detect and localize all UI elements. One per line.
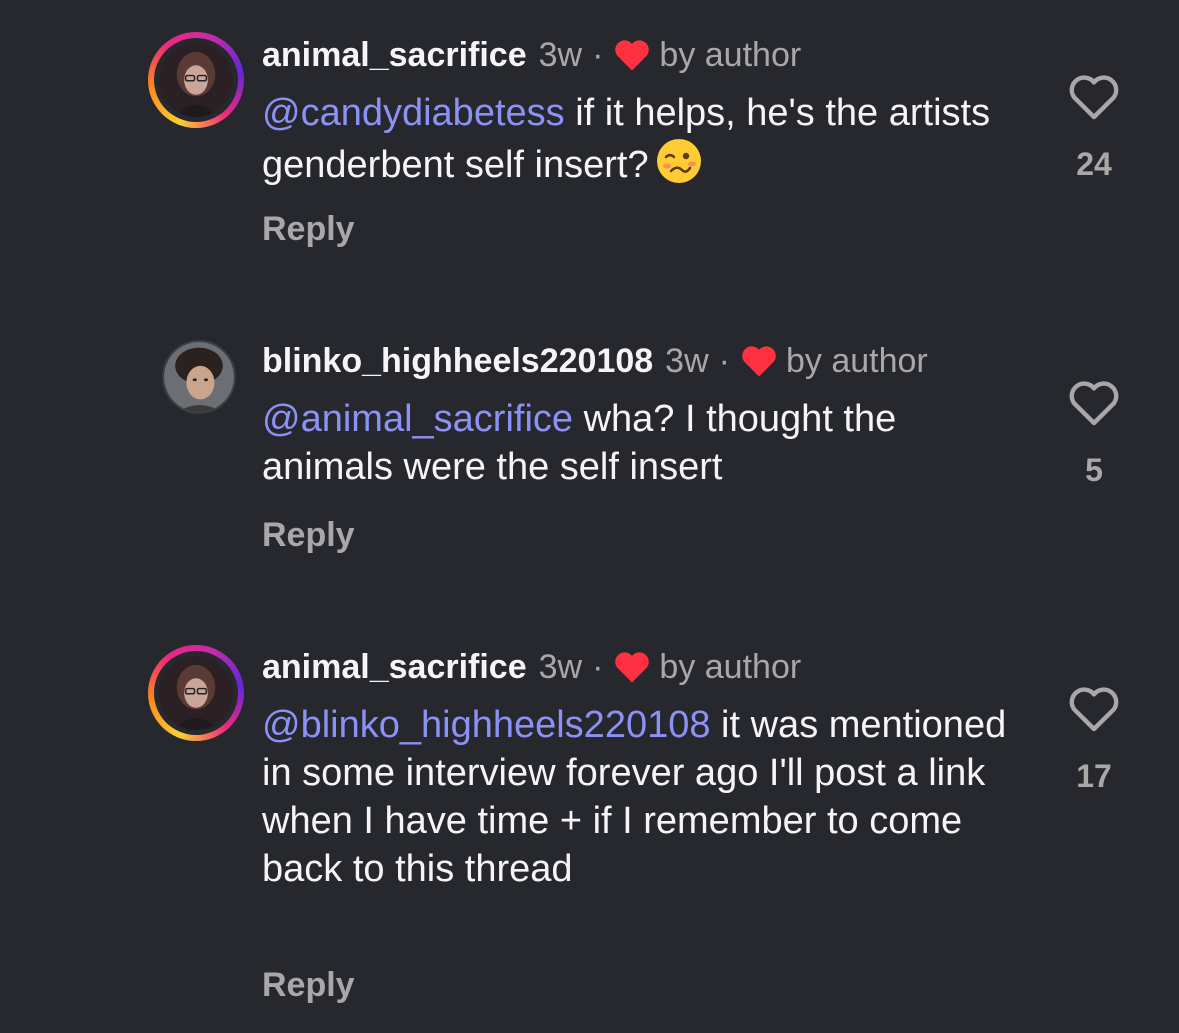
comment-item: animal_sacrifice 3w · by author @blinko_… [0,0,1179,1033]
timestamp: 3w [538,648,583,686]
comment-text: @blinko_highheels220108 it was mentioned… [262,701,1022,893]
by-author-label: by author [659,648,802,686]
comment-header: animal_sacrifice 3w · by author [262,647,801,687]
like-count: 17 [1076,758,1112,794]
username[interactable]: animal_sacrifice [262,647,527,687]
author-liked-heart-icon [615,652,650,683]
separator: · [592,648,604,686]
heart-outline-icon[interactable] [1068,686,1120,734]
avatar-photo [159,656,233,730]
mention-link[interactable]: @blinko_highheels220108 [262,704,711,746]
avatar[interactable] [148,645,244,741]
reply-button[interactable]: Reply [262,966,355,1005]
